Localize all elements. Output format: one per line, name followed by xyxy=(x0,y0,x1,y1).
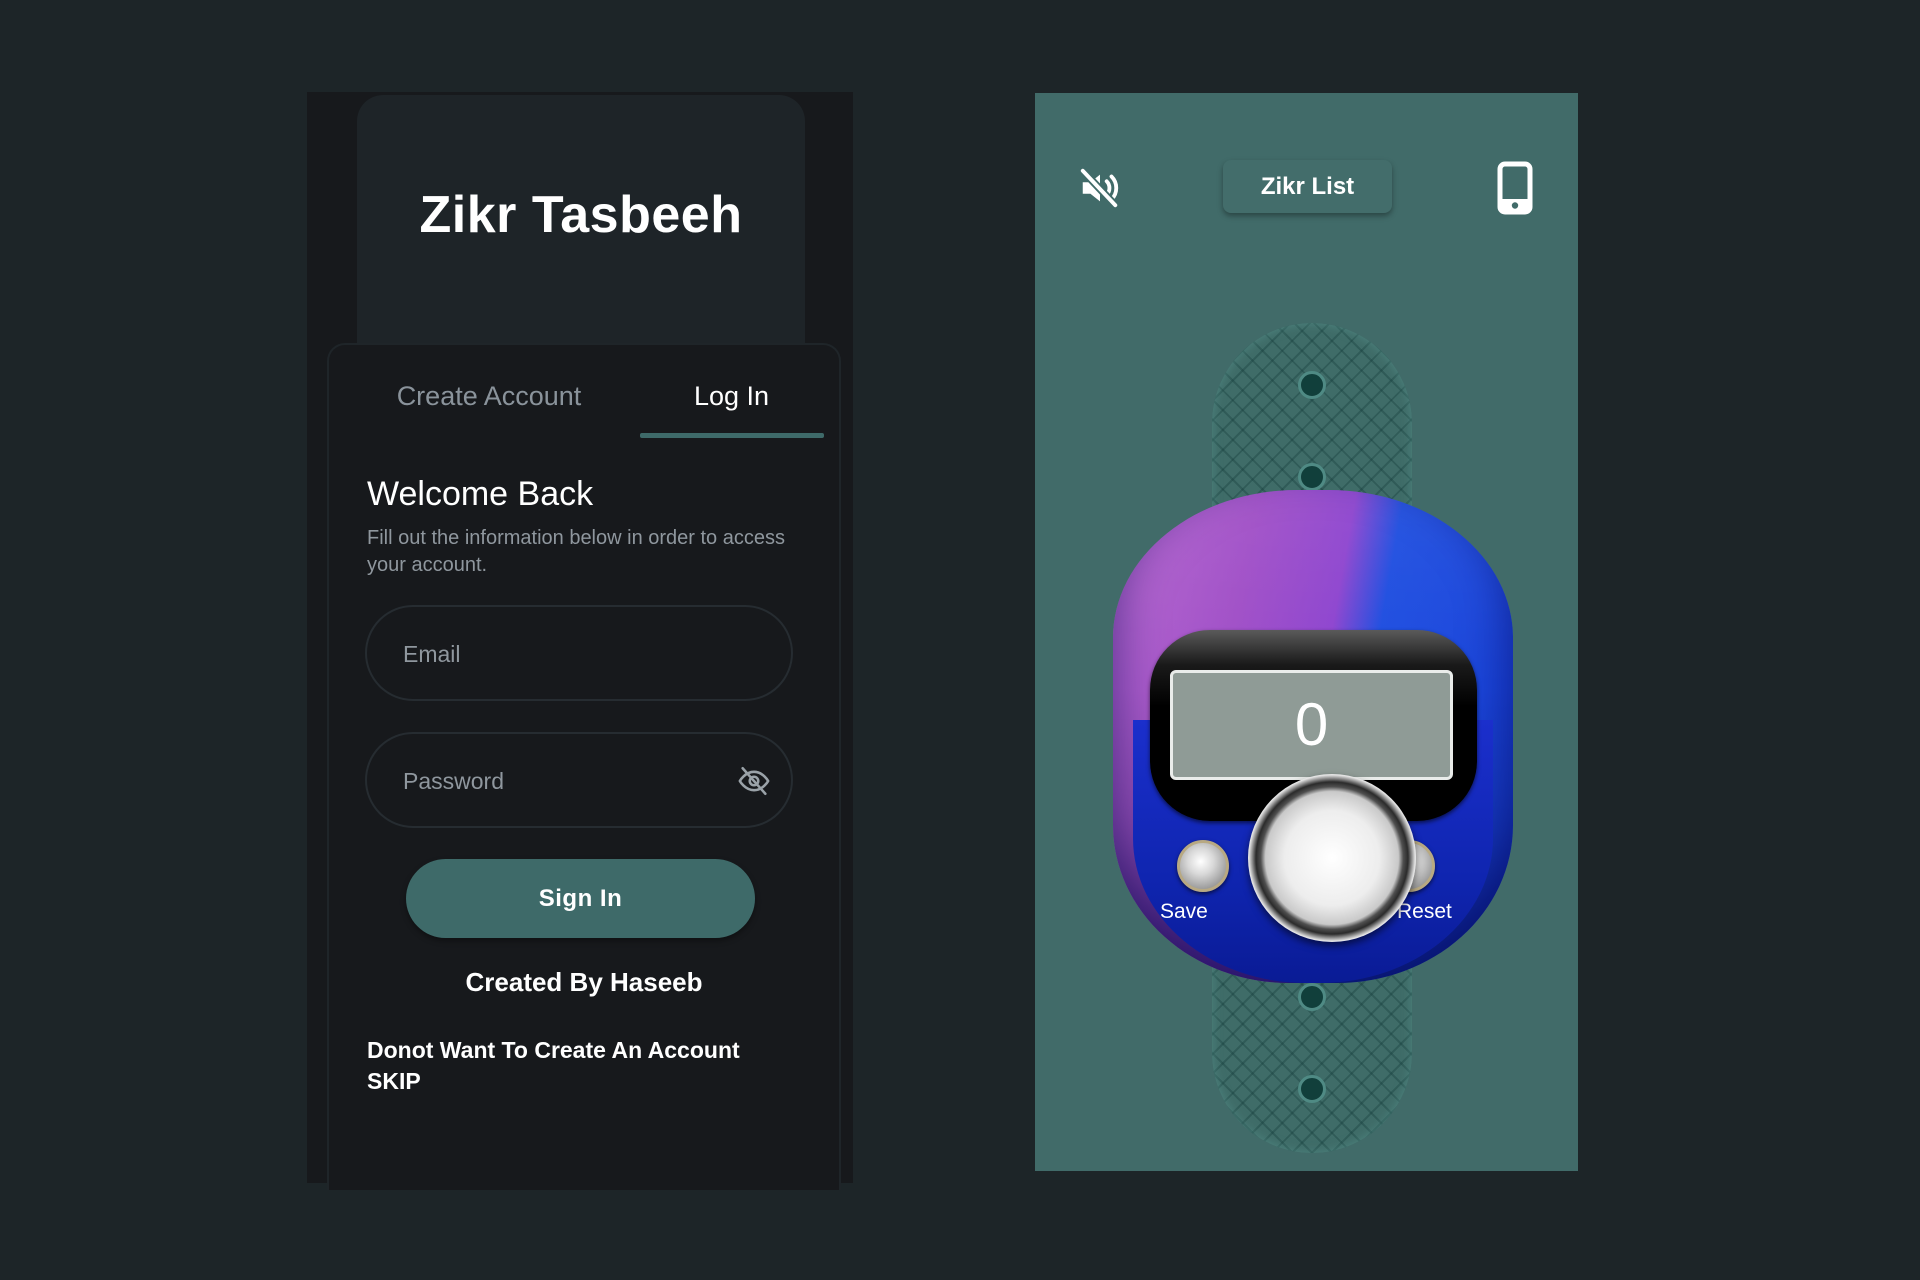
strap-hole xyxy=(1298,463,1326,491)
strap-hole xyxy=(1298,371,1326,399)
counter-screen: Zikr List 0 Save Reset xyxy=(1035,93,1578,1171)
smartphone-icon[interactable] xyxy=(1497,161,1533,215)
save-label: Save xyxy=(1160,900,1208,923)
email-field[interactable] xyxy=(365,605,793,701)
reset-label: Reset xyxy=(1397,900,1452,923)
volume-off-icon[interactable] xyxy=(1077,165,1123,211)
eye-off-icon[interactable] xyxy=(737,764,771,798)
skip-section: Donot Want To Create An Account SKIP xyxy=(367,1035,827,1097)
header-card: Zikr Tasbeeh xyxy=(357,95,805,355)
created-by-text: Created By Haseeb xyxy=(465,967,703,997)
tab-log-in[interactable]: Log In xyxy=(639,381,824,412)
strap-hole xyxy=(1298,1075,1326,1103)
email-input[interactable] xyxy=(401,607,735,701)
count-tap-button[interactable] xyxy=(1248,774,1416,942)
tab-create-account[interactable]: Create Account xyxy=(369,381,609,412)
sign-in-button[interactable]: Sign In xyxy=(406,859,755,938)
welcome-subtitle: Fill out the information below in order … xyxy=(367,527,785,576)
skip-prompt: Donot Want To Create An Account xyxy=(367,1037,740,1063)
welcome-title: Welcome Back xyxy=(367,475,594,513)
zikr-list-button[interactable]: Zikr List xyxy=(1223,160,1392,213)
password-field[interactable] xyxy=(365,732,793,828)
password-input[interactable] xyxy=(401,734,735,828)
active-tab-indicator xyxy=(640,433,824,438)
skip-link[interactable]: SKIP xyxy=(367,1066,827,1097)
strap-hole xyxy=(1298,983,1326,1011)
login-screen: Zikr Tasbeeh Create Account Log In Welco… xyxy=(307,92,853,1190)
auth-form-card: Create Account Log In Welcome Back Fill … xyxy=(327,343,841,1190)
tasbeeh-counter-device: 0 Save Reset xyxy=(1113,490,1513,983)
app-title: Zikr Tasbeeh xyxy=(419,186,743,244)
save-button[interactable] xyxy=(1177,840,1229,892)
count-display: 0 xyxy=(1170,670,1453,780)
